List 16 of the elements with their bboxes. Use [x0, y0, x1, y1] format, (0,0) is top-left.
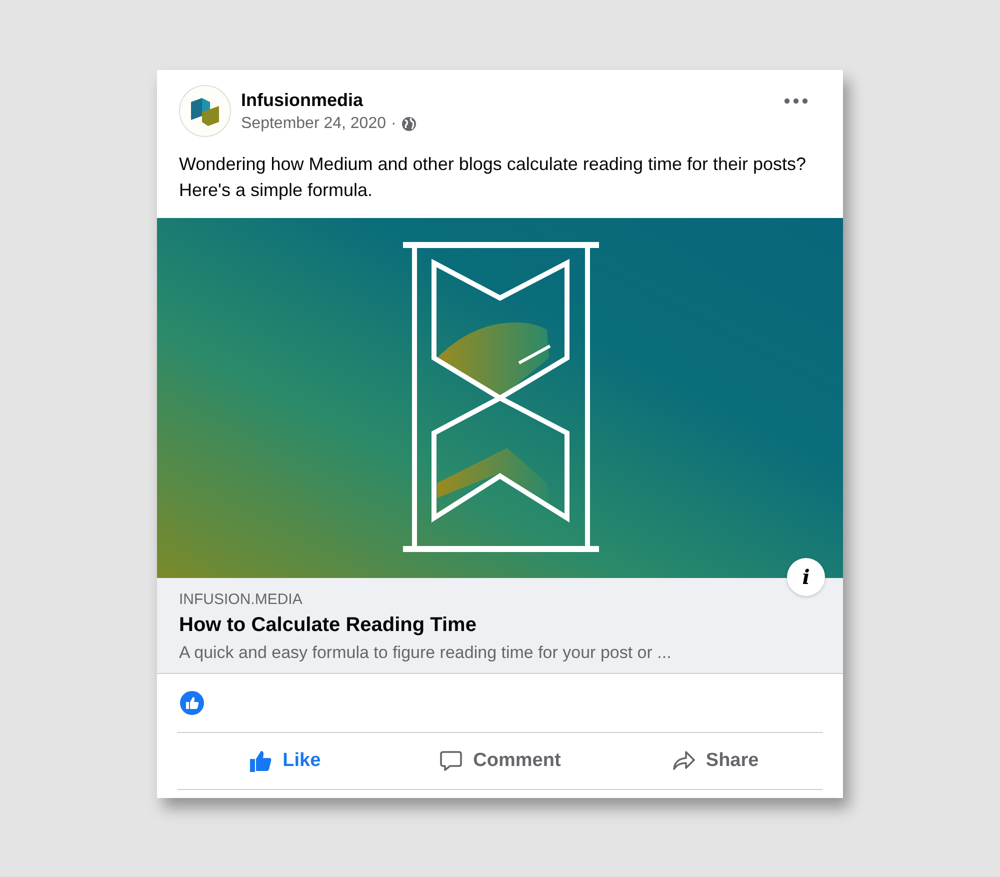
link-title[interactable]: How to Calculate Reading Time	[179, 614, 821, 637]
share-button[interactable]: Share	[608, 733, 823, 789]
like-reaction-icon[interactable]	[179, 690, 205, 716]
post-text: Wondering how Medium and other blogs calculate reading time for their posts? Here's a simple formula.	[179, 153, 808, 202]
comment-button[interactable]: Comment	[392, 733, 608, 789]
avatar-logo[interactable]	[179, 85, 231, 137]
share-arrow-icon	[672, 749, 696, 773]
globe-icon	[401, 116, 418, 132]
link-description: A quick and easy formula to figure reading time for your post or ...	[179, 643, 672, 663]
like-button[interactable]: Like	[177, 733, 392, 789]
author-name[interactable]: Infusionmedia	[241, 90, 773, 110]
more-options-icon[interactable]	[783, 97, 809, 105]
speech-bubble-icon	[439, 749, 464, 773]
post-date[interactable]: September 24, 2020	[241, 114, 386, 132]
thumbs-up-icon	[248, 749, 273, 773]
separator-dot: ·	[391, 114, 396, 132]
